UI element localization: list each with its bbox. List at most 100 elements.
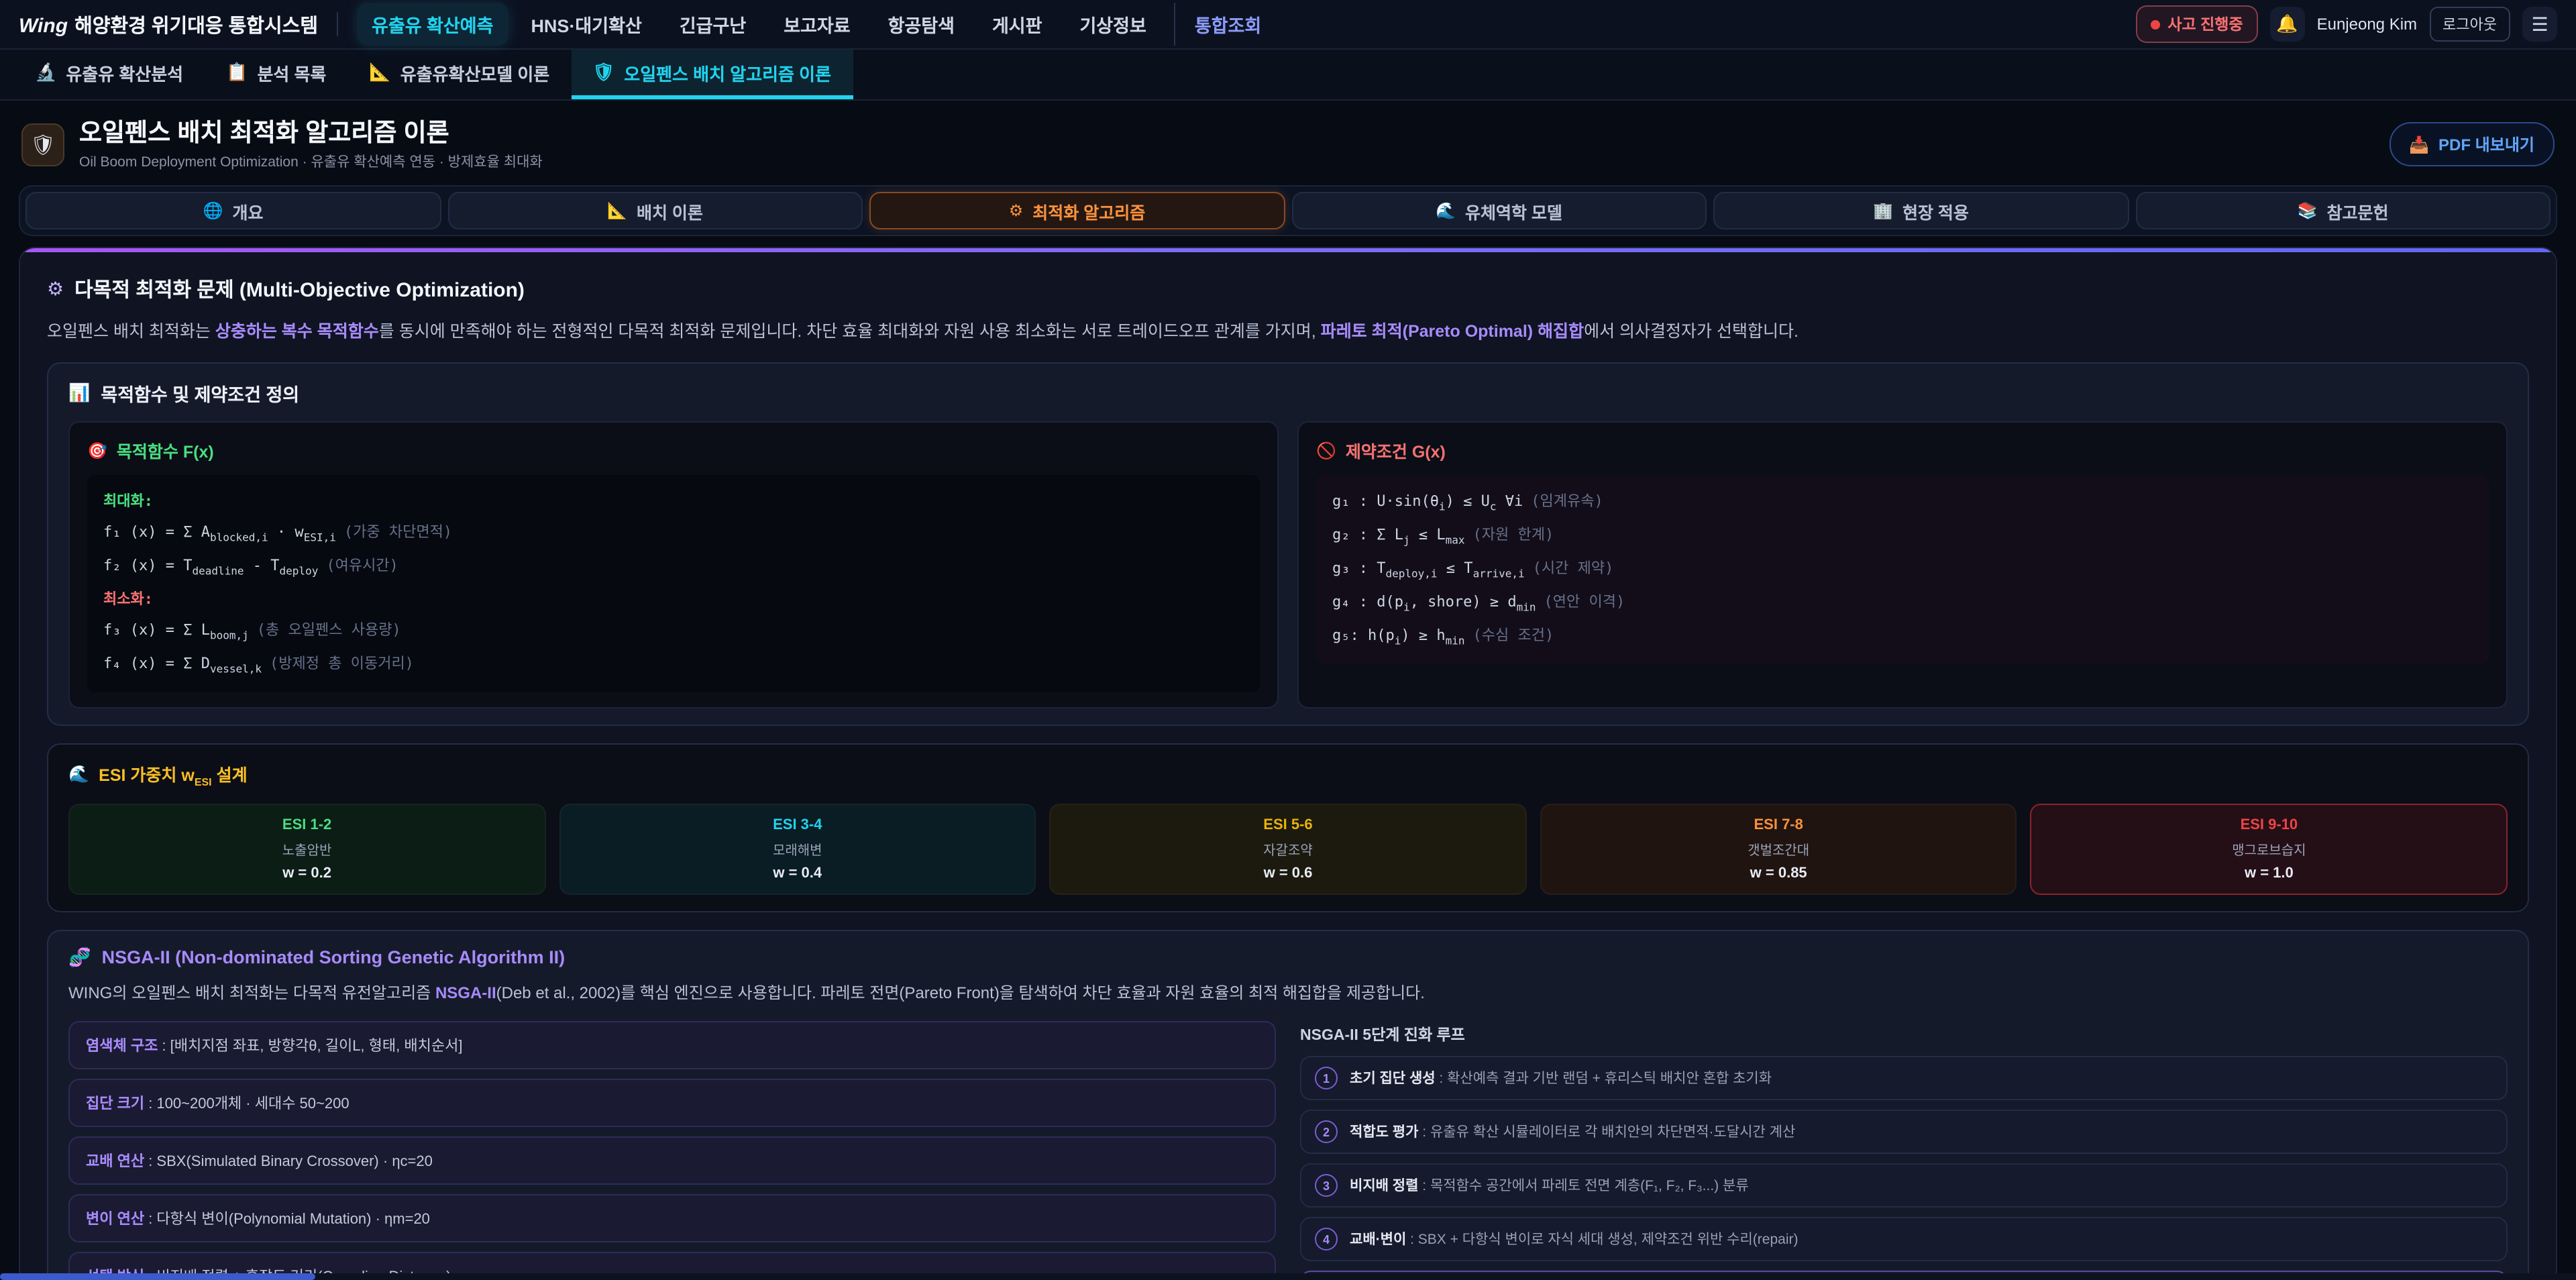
page-header: 🛡 오일펜스 배치 최적화 알고리즘 이론 Oil Boom Deploymen…	[0, 101, 2576, 185]
esi-range: ESI 1-2	[78, 817, 536, 833]
logo-title: 해양환경 위기대응 통합시스템	[74, 10, 318, 38]
subnav-tab[interactable]: 🛡 오일펜스 배치 알고리즘 이론	[571, 50, 853, 99]
main-menu-item[interactable]: 기상정보	[1065, 3, 1161, 46]
intro-paragraph-segment: 파레토 최적(Pareto Optimal) 해집합	[1321, 322, 1584, 341]
app-root: Wing 해양환경 위기대응 통합시스템 유출유 확산예측 HNS·대기확산 긴…	[0, 0, 2576, 1280]
nsga-spec-list: 염색체 구조 : [배치지점 좌표, 방향각θ, 길이L, 형태, 배치순서] …	[68, 1022, 1276, 1280]
intro-paragraph-segment: 를 동시에 만족해야 하는 전형적인 다목적 최적화 문제입니다. 차단 효율 …	[379, 322, 1321, 341]
section-tab-label: 참고문헌	[2326, 198, 2388, 223]
main-menu-item[interactable]: 게시판	[977, 3, 1057, 46]
subnav-tab-label: 유출유 확산분석	[66, 60, 183, 85]
section-tab[interactable]: 🏢 현장 적용	[1713, 192, 2129, 229]
subnav-tab[interactable]: 🔬 유출유 확산분석	[13, 50, 205, 99]
section-tab[interactable]: 📚 참고문헌	[2135, 192, 2551, 229]
esi-range: ESI 3-4	[568, 817, 1026, 833]
main-menu-item[interactable]: 통합조회	[1175, 3, 1276, 46]
hamburger-menu-button[interactable]: ☰	[2522, 7, 2557, 42]
section-tab-label: 배치 이론	[637, 198, 703, 223]
esi-weight-value: w = 0.85	[1550, 865, 2008, 882]
nsga-spec-text: : 100~200개체 · 세대수 50~200	[144, 1097, 350, 1113]
prohibited-icon: 🚫	[1316, 441, 1336, 460]
nsga-step-text: 비지배 정렬 : 목적함수 공간에서 파레토 전면 계층(F₁, F₂, F₃.…	[1350, 1176, 1749, 1196]
nsga-step-desc: : 확산예측 결과 기반 랜덤 + 휴리스틱 배치안 혼합 초기화	[1436, 1071, 1772, 1087]
subnav-tab-icon: 🔬	[35, 62, 56, 83]
subnav-tab-label: 분석 목록	[257, 60, 326, 85]
pdf-export-label: PDF 내보내기	[2438, 133, 2534, 156]
section-tab[interactable]: 📐 배치 이론	[447, 192, 863, 229]
formula-line: g₁ : U·sin(θi) ≤ Uc ∀i(임계유속)	[1332, 486, 2473, 519]
nsga-step-label: 적합도 평가	[1350, 1125, 1418, 1141]
incident-status-badge[interactable]: 사고 진행중	[2135, 5, 2257, 43]
hamburger-icon: ☰	[2531, 13, 2548, 36]
main-menu: 유출유 확산예측 HNS·대기확산 긴급구난 보고자료 항공탐색 게시판 기상정…	[357, 3, 1276, 46]
esi-weight-value: w = 1.0	[2040, 865, 2498, 882]
nsga-steps-list: 1 초기 집단 생성 : 확산예측 결과 기반 랜덤 + 휴리스틱 배치안 혼합…	[1300, 1057, 2508, 1280]
nsga-section: 🧬 NSGA-II (Non-dominated Sorting Genetic…	[47, 930, 2529, 1280]
formula-line: g₅: h(pi) ≥ hmin(수심 조건)	[1332, 620, 2473, 653]
formula-line: f₂ (x) = Tdeadline - Tdeploy(여유시간)	[103, 550, 1244, 584]
esi-shore-type: 갯벌조간대	[1550, 839, 2008, 859]
intro-paragraph-segment: 에서 의사결정자가 선택합니다.	[1584, 322, 1799, 341]
notification-bell-button[interactable]: 🔔	[2270, 7, 2305, 42]
subnav-tab[interactable]: 📋 분석 목록	[205, 50, 347, 99]
logout-button[interactable]: 로그아웃	[2429, 7, 2510, 42]
esi-weight-value: w = 0.6	[1059, 865, 1517, 882]
subnav-tab-icon: 🛡	[592, 62, 614, 83]
nav-divider	[337, 12, 338, 36]
step-number-icon: 2	[1315, 1121, 1338, 1144]
target-icon: 🎯	[87, 441, 107, 460]
section-tab[interactable]: 🌐 개요	[25, 192, 441, 229]
content-card: ⚙ 다목적 최적화 문제 (Multi-Objective Optimizati…	[19, 247, 2557, 1280]
formula-line: f₃ (x) = Σ Lboom,j(총 오일펜스 사용량)	[103, 615, 1244, 649]
app-logo: Wing 해양환경 위기대응 통합시스템	[19, 10, 318, 38]
nsga-step-row: 4 교배·변이 : SBX + 다항식 변이로 자식 세대 생성, 제약조건 위…	[1300, 1218, 2508, 1262]
nsga-spec-row: 염색체 구조 : [배치지점 좌표, 방향각θ, 길이L, 형태, 배치순서]	[68, 1022, 1276, 1070]
constraints-header: 🚫 제약조건 G(x)	[1316, 437, 2489, 463]
esi-weights-section: 🌊 ESI 가중치 wESI 설계 ESI 1-2 노출암반 w = 0.2 E…	[47, 744, 2529, 912]
page-header-text: 오일펜스 배치 최적화 알고리즘 이론 Oil Boom Deployment …	[79, 117, 543, 172]
subnav-tab[interactable]: 📐 유출유확산모델 이론	[347, 50, 571, 99]
nsga-step-row: 2 적합도 평가 : 유출유 확산 시뮬레이터로 각 배치안의 차단면적·도달시…	[1300, 1110, 2508, 1155]
main-menu-item[interactable]: HNS·대기확산	[516, 3, 656, 46]
formula-line: g₂ : Σ Lj ≤ Lmax(자원 한계)	[1332, 519, 2473, 553]
incident-dot-icon	[2150, 19, 2159, 29]
objective-function-code: 최대화: f₁ (x) = Σ Ablocked,i · wESI,i(가중 차…	[87, 475, 1260, 692]
subnav-tab-icon: 📐	[369, 62, 390, 83]
section-tab-icon: 📐	[607, 201, 627, 220]
section-tab-icon: 🏢	[1873, 201, 1893, 220]
formula-line: g₄ : d(pi, shore) ≥ dmin(연안 이격)	[1332, 586, 2473, 620]
main-menu-item[interactable]: 유출유 확산예측	[357, 3, 508, 46]
incident-label: 사고 진행중	[2167, 13, 2243, 35]
constraints-code: g₁ : U·sin(θi) ≤ Uc ∀i(임계유속) g₂ : Σ Lj ≤…	[1316, 475, 2489, 664]
intro-title-text: 다목적 최적화 문제 (Multi-Objective Optimization…	[74, 275, 525, 303]
formula-line: f₄ (x) = Σ Dvessel,k(방제정 총 이동거리)	[103, 649, 1244, 682]
section-tab-icon: ⚙	[1009, 201, 1024, 220]
wave-icon: 🌊	[68, 765, 89, 785]
main-menu-item[interactable]: 항공탐색	[873, 3, 969, 46]
section-tab[interactable]: 🌊 유체역학 모델	[1291, 192, 1707, 229]
subnav-tab-label: 유출유확산모델 이론	[400, 60, 550, 85]
esi-weight-card: ESI 1-2 노출암반 w = 0.2	[68, 804, 545, 895]
subnav-tab-label: 오일펜스 배치 알고리즘 이론	[624, 60, 831, 85]
esi-weight-card: ESI 7-8 갯벌조간대 w = 0.85	[1540, 804, 2017, 895]
section-tab-icon: 📚	[2298, 201, 2318, 220]
download-icon: 📥	[2409, 135, 2429, 154]
section-tab-label: 개요	[232, 198, 263, 223]
nsga-columns: 염색체 구조 : [배치지점 좌표, 방향각θ, 길이L, 형태, 배치순서] …	[68, 1022, 2508, 1280]
main-menu-item[interactable]: 긴급구난	[665, 3, 761, 46]
nsga-step-row: 3 비지배 정렬 : 목적함수 공간에서 파레토 전면 계층(F₁, F₂, F…	[1300, 1164, 2508, 1208]
nsga-paragraph-segment: NSGA-II	[435, 983, 496, 1002]
pdf-export-button[interactable]: 📥 PDF 내보내기	[2389, 122, 2555, 166]
intro-paragraph-segment: 오일펜스 배치 최적화는	[47, 322, 215, 341]
nsga-spec-text: : 다항식 변이(Polynomial Mutation) · ηm=20	[144, 1212, 430, 1228]
nsga-spec-label: 집단 크기	[86, 1097, 144, 1113]
esi-shore-type: 모래해변	[568, 839, 1026, 859]
nsga-spec-text: : [배치지점 좌표, 방향각θ, 길이L, 형태, 배치순서]	[158, 1039, 462, 1055]
main-menu-item[interactable]: 보고자료	[769, 3, 865, 46]
nsga-steps-block: NSGA-II 5단계 진화 루프 1 초기 집단 생성 : 확산예측 결과 기…	[1300, 1022, 2508, 1280]
objectives-section: 📊 목적함수 및 제약조건 정의 🎯 목적함수 F(x) 최대화: f₁ (x)…	[47, 362, 2529, 726]
section-tab[interactable]: ⚙ 최적화 알고리즘	[869, 192, 1285, 229]
objective-function-panel: 🎯 목적함수 F(x) 최대화: f₁ (x) = Σ Ablocked,i ·…	[68, 421, 1279, 708]
esi-weight-card: ESI 9-10 맹그로브습지 w = 1.0	[2031, 804, 2508, 895]
section-tab-icon: 🌊	[1436, 201, 1456, 220]
